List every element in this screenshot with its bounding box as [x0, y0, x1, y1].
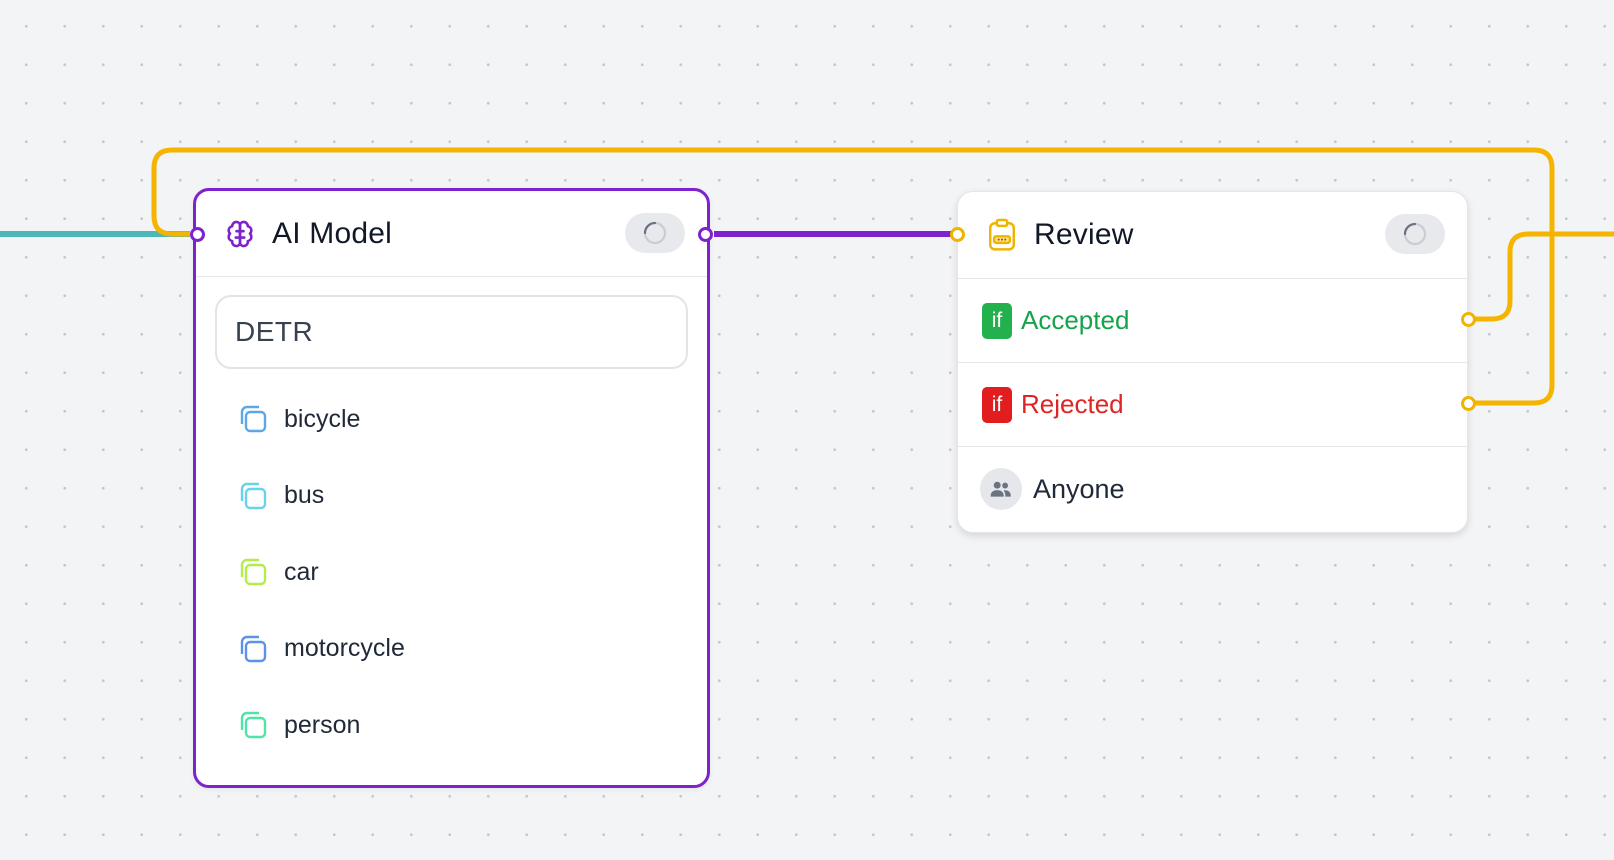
model-select-field[interactable]: DETR — [215, 295, 688, 369]
review-status-button[interactable] — [1385, 214, 1445, 254]
ai-model-title: AI Model — [272, 216, 392, 250]
outcome-rejected[interactable]: if Rejected — [958, 363, 1467, 447]
class-item[interactable]: bus — [196, 458, 707, 535]
class-label: car — [284, 557, 319, 586]
spinner-icon — [1403, 222, 1427, 246]
workflow-canvas[interactable]: AI Model DETR bicycle bus car motorcycle… — [0, 0, 1614, 860]
ai-model-status-button[interactable] — [625, 213, 685, 253]
edge-accepted-out[interactable] — [1474, 231, 1614, 322]
class-list: bicycle bus car motorcycle person — [196, 381, 707, 764]
review-title: Review — [1034, 218, 1134, 251]
if-badge-accepted: if — [982, 302, 1012, 339]
ai-model-output-handle[interactable] — [698, 227, 713, 242]
class-icon — [240, 482, 267, 509]
assignee-label: Anyone — [1033, 473, 1125, 504]
class-item[interactable]: motorcycle — [196, 611, 707, 688]
class-icon — [240, 712, 267, 739]
ai-model-header[interactable]: AI Model — [196, 191, 707, 277]
class-item[interactable]: person — [196, 687, 707, 764]
review-node[interactable]: Review if Accepted if Rejected Anyone — [957, 191, 1468, 533]
review-header[interactable]: Review — [958, 192, 1467, 279]
class-label: bicycle — [284, 404, 361, 433]
if-badge-rejected: if — [982, 386, 1012, 423]
model-name: DETR — [235, 316, 314, 347]
class-label: bus — [284, 481, 325, 510]
ai-model-input-handle[interactable] — [190, 227, 205, 242]
class-item[interactable]: car — [196, 534, 707, 611]
brain-icon — [222, 216, 258, 252]
outcome-label-rejected: Rejected — [1021, 389, 1124, 419]
review-input-handle[interactable] — [950, 227, 965, 242]
class-icon — [240, 559, 267, 586]
accepted-output-handle[interactable] — [1461, 312, 1476, 327]
class-label: motorcycle — [284, 634, 405, 663]
outcome-label-accepted: Accepted — [1021, 305, 1130, 335]
outcome-accepted[interactable]: if Accepted — [958, 279, 1467, 363]
ai-model-node[interactable]: AI Model DETR bicycle bus car motorcycle… — [193, 188, 710, 788]
rejected-output-handle[interactable] — [1461, 396, 1476, 411]
assignee-row[interactable]: Anyone — [958, 447, 1467, 531]
users-icon — [980, 468, 1022, 510]
class-icon — [240, 635, 267, 662]
class-icon — [240, 406, 267, 433]
spinner-icon — [643, 221, 667, 245]
class-item[interactable]: bicycle — [196, 381, 707, 458]
clipboard-icon — [984, 217, 1020, 253]
class-label: person — [284, 710, 361, 739]
